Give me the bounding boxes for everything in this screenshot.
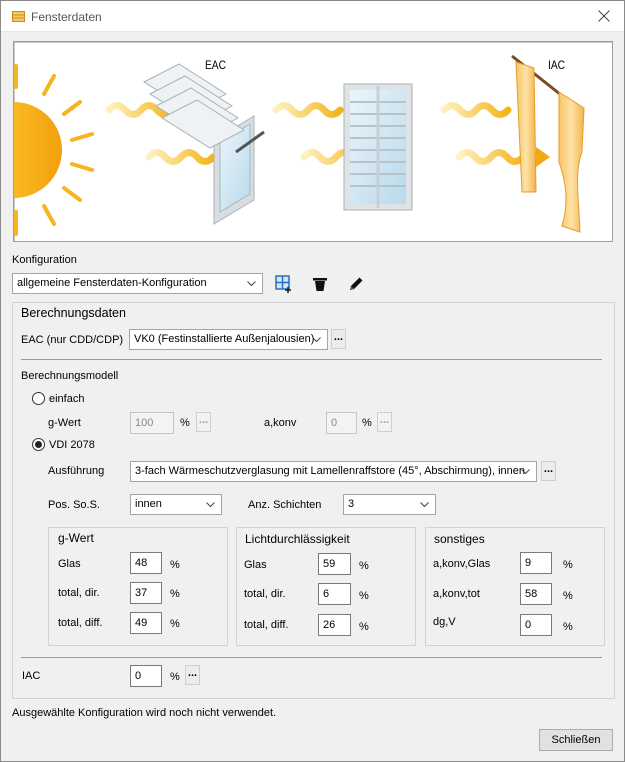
window-add-icon — [275, 275, 291, 293]
eac-more-button[interactable]: ... — [331, 329, 346, 349]
percent-unit: % — [359, 590, 369, 602]
anz-schichten-label: Anz. Schichten — [248, 499, 322, 511]
fensterdaten-dialog: Fensterdaten EAC IAC Konfiguration allge… — [0, 0, 625, 762]
integrated-blind-window — [343, 83, 413, 211]
einfach-label: einfach — [49, 393, 85, 405]
gwert-total-dir-label: total, dir. — [58, 587, 100, 599]
chevron-down-icon — [247, 281, 256, 287]
akonv-glas-input[interactable]: 9 — [520, 552, 552, 574]
iac-more-button[interactable]: ... — [185, 665, 200, 685]
edit-configuration-button[interactable] — [347, 275, 365, 293]
berechnungsmodell-title: Berechnungsmodell — [21, 370, 119, 382]
akonv-more-button[interactable]: ... — [377, 412, 392, 432]
eac-illustration-label: EAC — [205, 58, 226, 72]
iac-label: IAC — [22, 670, 41, 682]
eac-select[interactable]: VK0 (Festinstallierte Außenjalousien) — [129, 329, 328, 350]
gwert-total-diff-label: total, diff. — [58, 617, 103, 629]
schliessen-button[interactable]: Schließen — [539, 729, 613, 751]
percent-unit: % — [170, 588, 180, 600]
new-configuration-button[interactable] — [275, 275, 293, 293]
delete-configuration-button[interactable] — [311, 275, 329, 293]
eac-select-value: VK0 (Festinstallierte Außenjalousien) — [134, 333, 315, 345]
akonv-tot-input[interactable]: 58 — [520, 583, 552, 605]
licht-total-dir-input[interactable]: 6 — [318, 583, 351, 605]
licht-total-diff-input[interactable]: 26 — [318, 614, 351, 636]
shading-illustration-graphic — [14, 54, 585, 236]
trash-icon — [313, 278, 327, 291]
gwert-simple-input[interactable]: 100 — [130, 412, 174, 434]
vdi-2078-label: VDI 2078 — [49, 439, 95, 451]
akonv-label: a,konv — [264, 417, 297, 429]
chevron-down-icon — [312, 337, 321, 343]
percent-unit: % — [563, 559, 573, 571]
window-icon — [12, 11, 25, 22]
konfiguration-label: Konfiguration — [12, 254, 77, 266]
divider — [21, 359, 602, 360]
konfiguration-select-value: allgemeine Fensterdaten-Konfiguration — [17, 277, 207, 289]
licht-glas-label: Glas — [244, 559, 267, 571]
chevron-down-icon — [206, 502, 215, 508]
title-bar: Fensterdaten — [1, 1, 624, 32]
einfach-radio[interactable] — [32, 392, 45, 405]
gwert-group-title: g-Wert — [58, 531, 94, 545]
vdi-2078-radio[interactable] — [32, 438, 45, 451]
eac-label: EAC (nur CDD/CDP) — [21, 334, 124, 346]
ausfuehrung-select-value: 3-fach Wärmeschutzverglasung mit Lamelle… — [135, 465, 525, 477]
chevron-down-icon — [521, 469, 530, 475]
konfiguration-select[interactable]: allgemeine Fensterdaten-Konfiguration — [12, 273, 263, 294]
close-icon — [598, 10, 610, 22]
dgv-label: dg,V — [433, 616, 456, 628]
licht-group-title: Lichtdurchlässigkeit — [245, 532, 350, 546]
sun-icon — [14, 64, 94, 236]
iac-illustration-label: IAC — [548, 58, 566, 72]
anz-schichten-select-value: 3 — [348, 498, 355, 510]
percent-unit: % — [180, 417, 190, 429]
akonv-glas-label: a,konv,Glas — [433, 558, 491, 570]
sonstiges-group-title: sonstiges — [434, 532, 485, 546]
ausfuehrung-more-button[interactable]: ... — [541, 461, 556, 481]
dgv-input[interactable]: 0 — [520, 614, 552, 636]
licht-total-diff-label: total, diff. — [244, 619, 289, 631]
percent-unit: % — [563, 621, 573, 633]
gwert-glas-input[interactable]: 48 — [130, 552, 162, 574]
berechnungsdaten-title: Berechnungsdaten — [21, 306, 126, 320]
ausfuehrung-label: Ausführung — [48, 465, 105, 477]
ausfuehrung-select[interactable]: 3-fach Wärmeschutzverglasung mit Lamelle… — [130, 461, 537, 482]
percent-unit: % — [170, 559, 180, 571]
percent-unit: % — [359, 560, 369, 572]
anz-schichten-select[interactable]: 3 — [343, 494, 436, 515]
percent-unit: % — [170, 618, 180, 630]
iac-input[interactable]: 0 — [130, 665, 162, 687]
percent-unit: % — [359, 621, 369, 633]
akonv-input[interactable]: 0 — [326, 412, 357, 434]
gwert-simple-label: g-Wert — [48, 417, 81, 429]
pos-sos-label: Pos. So.S. — [48, 499, 100, 511]
status-text: Ausgewählte Konfiguration wird noch nich… — [12, 707, 277, 719]
shading-illustration: EAC IAC — [13, 41, 613, 242]
percent-unit: % — [563, 590, 573, 602]
window-title: Fensterdaten — [31, 10, 102, 24]
gwert-total-dir-input[interactable]: 37 — [130, 582, 162, 604]
internal-curtain — [511, 54, 585, 233]
akonv-tot-label: a,konv,tot — [433, 588, 480, 600]
pencil-icon — [350, 277, 363, 290]
gwert-glas-label: Glas — [58, 558, 81, 570]
pos-sos-select[interactable]: innen — [130, 494, 222, 515]
gwert-simple-more-button[interactable]: ... — [196, 412, 211, 432]
licht-total-dir-label: total, dir. — [244, 588, 286, 600]
chevron-down-icon — [420, 502, 429, 508]
licht-glas-input[interactable]: 59 — [318, 553, 351, 575]
gwert-total-diff-input[interactable]: 49 — [130, 612, 162, 634]
external-blind-window — [142, 63, 265, 225]
percent-unit: % — [362, 417, 372, 429]
pos-sos-select-value: innen — [135, 498, 162, 510]
percent-unit: % — [170, 671, 180, 683]
divider — [21, 657, 602, 658]
close-window-button[interactable] — [584, 1, 624, 32]
